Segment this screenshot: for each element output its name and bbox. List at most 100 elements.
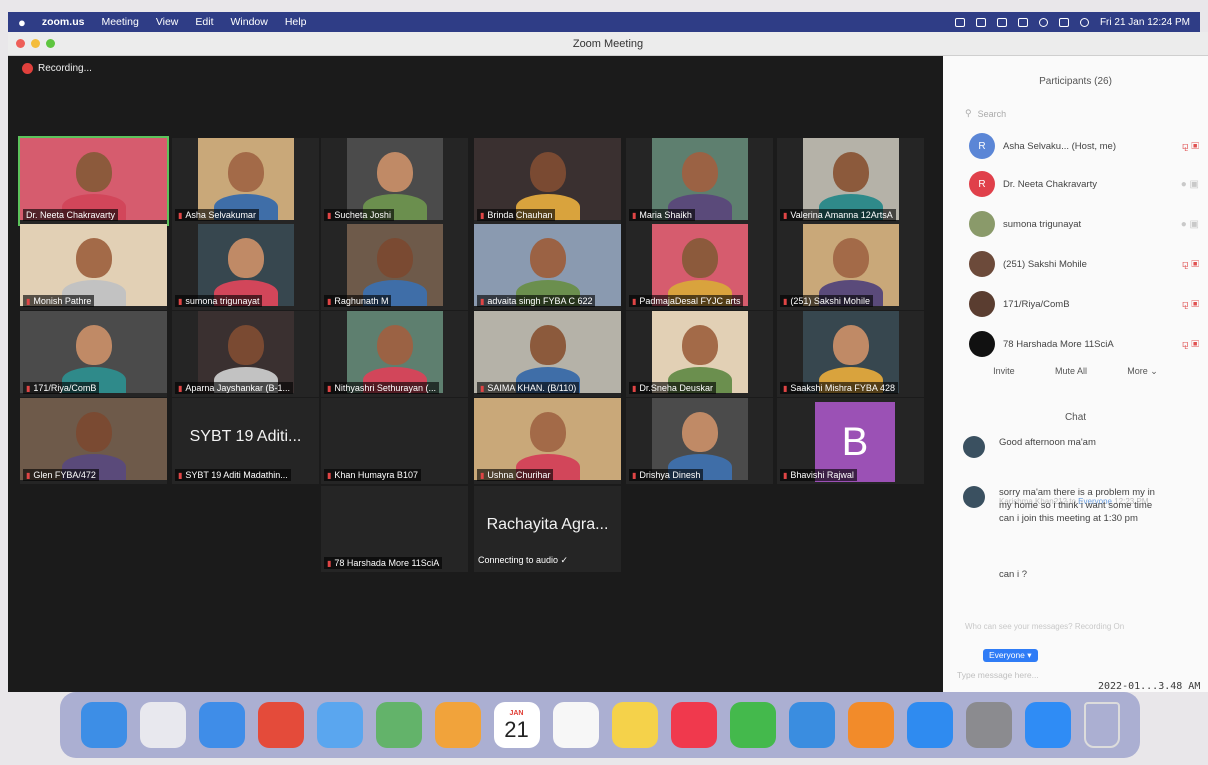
menu-clock[interactable]: Fri 21 Jan 12:24 PM <box>1100 17 1190 28</box>
mic-muted-icon: ▮ <box>480 471 485 480</box>
keynote-icon[interactable] <box>788 702 835 748</box>
minimize-icon[interactable] <box>31 39 40 48</box>
mic-muted-icon[interactable]: ⚼ ▣ <box>1161 259 1199 270</box>
close-icon[interactable] <box>16 39 25 48</box>
participant-tile[interactable]: ▮ 78 Harshada More 11SciA <box>321 486 468 572</box>
participant-row[interactable]: sumona trigunayat ● ▣ <box>969 210 1199 238</box>
participant-tile[interactable]: ▮ Dr.Sneha Deuskar <box>626 311 773 397</box>
participants-search[interactable]: ⚲ Search <box>965 108 1006 119</box>
participant-tile[interactable]: ▮ Brinda Chauhan <box>474 138 621 224</box>
participant-tile[interactable]: ▮ Khan Humayra B107 <box>321 398 468 484</box>
calendar-icon[interactable]: JAN 21 <box>493 702 540 748</box>
finder-icon[interactable] <box>80 702 127 748</box>
participant-tile[interactable]: ▮ Ushna Churihar <box>474 398 621 484</box>
participant-tile[interactable]: ▮ Nithyashri Sethurayan (... <box>321 311 468 397</box>
participant-name-label: Dr. Neeta Chakravarty <box>23 209 119 221</box>
person-head <box>529 412 566 452</box>
participant-name-label: ▮ SAIMA KHAN. (B/110) <box>477 382 580 394</box>
participant-tile[interactable]: ▮ Valerina Amanna 12ArtsA <box>777 138 924 224</box>
participant-name: Bhavishi Rajwal <box>790 470 854 480</box>
participant-tile[interactable]: ▮ SAIMA KHAN. (B/110) <box>474 311 621 397</box>
participant-tile[interactable]: ▮ Drishya Dinesh <box>626 398 773 484</box>
participant-tile[interactable]: ▮ Sucheta Joshi <box>321 138 468 224</box>
apple-icon[interactable]: ● <box>18 15 26 30</box>
pages-icon[interactable] <box>847 702 894 748</box>
mic-muted-icon: ▮ <box>178 297 183 306</box>
launchpad-icon[interactable] <box>139 702 186 748</box>
settings-icon[interactable] <box>965 702 1012 748</box>
participant-name: sumona trigunayat <box>185 296 260 306</box>
zoom-window-icon[interactable] <box>46 39 55 48</box>
participant-tile[interactable]: ▮ advaita singh FYBA C 622 <box>474 224 621 310</box>
screen-icon[interactable] <box>996 17 1007 27</box>
participant-tile[interactable]: Dr. Neeta Chakravarty <box>18 136 169 226</box>
participant-display-name: SYBT 19 Aditi... <box>189 428 302 445</box>
notes-icon[interactable] <box>611 702 658 748</box>
maps-icon[interactable] <box>375 702 422 748</box>
mic-icon[interactable]: ● ▣ <box>1161 179 1199 190</box>
chat-input[interactable]: Type message here... <box>957 670 1039 680</box>
photos-icon[interactable] <box>434 702 481 748</box>
mic-muted-icon[interactable]: ⚼ ▣ <box>1161 339 1199 350</box>
participant-row[interactable]: 171/Riya/ComB ⚼ ▣ <box>969 290 1199 318</box>
menu-window[interactable]: Window <box>230 16 267 28</box>
mic-icon[interactable]: ● ▣ <box>1161 219 1199 230</box>
participant-tile[interactable]: Rachayita Agra... Connecting to audio ✓ <box>474 486 621 572</box>
participant-name: SYBT 19 Aditi Madathin... <box>185 470 288 480</box>
trash-icon[interactable] <box>1083 702 1120 748</box>
mute-all-button[interactable]: Mute All <box>1055 366 1087 377</box>
menu-meeting[interactable]: Meeting <box>101 16 138 28</box>
mic-muted-icon: ▮ <box>178 211 183 220</box>
send-to-dropdown[interactable]: Everyone ▾ <box>983 649 1038 662</box>
recording-indicator[interactable]: Recording... <box>22 63 92 74</box>
participant-tile[interactable]: SYBT 19 Aditi... ▮ SYBT 19 Aditi Madathin.… <box>172 398 319 484</box>
participant-tile[interactable]: ▮ sumona trigunayat <box>172 224 319 310</box>
participant-row[interactable]: R Asha Selvaku... (Host, me) ⚼ ▣ <box>969 132 1199 160</box>
invite-button[interactable]: Invite <box>993 366 1015 377</box>
participant-row[interactable]: 78 Harshada More 11SciA ⚼ ▣ <box>969 330 1199 358</box>
participant-tile[interactable]: ▮ 171/Riya/ComB <box>20 311 167 397</box>
participant-name-label: ▮ Ushna Churihar <box>477 469 554 481</box>
control-center-icon[interactable] <box>1058 17 1069 27</box>
participant-tile[interactable]: ▮ Maria Shaikh <box>626 138 773 224</box>
mic-muted-icon[interactable]: ⚼ ▣ <box>1161 299 1199 310</box>
participant-row[interactable]: (251) Sakshi Mohile ⚼ ▣ <box>969 250 1199 278</box>
participant-tile[interactable]: ▮ Asha Selvakumar <box>172 138 319 224</box>
participant-tile[interactable]: ▮ Monish Pathre <box>20 224 167 310</box>
participant-row[interactable]: R Dr. Neeta Chakravarty ● ▣ <box>969 170 1199 198</box>
mic-muted-icon[interactable]: ⚼ ▣ <box>1161 141 1199 152</box>
safari-icon[interactable] <box>198 702 245 748</box>
music-icon[interactable] <box>670 702 717 748</box>
participant-tile[interactable]: ▮ Glen FYBA/472 <box>20 398 167 484</box>
mail-icon[interactable] <box>316 702 363 748</box>
appstore-icon[interactable] <box>906 702 953 748</box>
participant-tile[interactable]: ▮ PadmajaDesal FYJC arts <box>626 224 773 310</box>
window-title: Zoom Meeting <box>572 37 644 50</box>
zoom-icon[interactable] <box>1024 702 1071 748</box>
participant-tile[interactable]: ▮ Aparna Jayshankar (B-1... <box>172 311 319 397</box>
reminders-icon[interactable] <box>552 702 599 748</box>
menu-help[interactable]: Help <box>285 16 307 28</box>
mic-muted-icon: ▮ <box>327 384 332 393</box>
menu-view[interactable]: View <box>156 16 179 28</box>
search-input[interactable]: Search <box>978 109 1007 119</box>
participant-tile[interactable]: B ▮ Bhavishi Rajwal <box>777 398 924 484</box>
participant-display-name: Rachayita Agra... <box>486 516 609 533</box>
app-menu[interactable]: zoom.us <box>42 16 85 28</box>
battery-icon[interactable] <box>1017 17 1028 27</box>
participant-name-label: ▮ Sucheta Joshi <box>324 209 394 221</box>
chat-visibility-note[interactable]: Who can see your messages? Recording On <box>965 622 1124 631</box>
mic-muted-icon: ▮ <box>783 297 788 306</box>
numbers-icon[interactable] <box>729 702 776 748</box>
participant-tile[interactable]: ▮ Raghunath M <box>321 224 468 310</box>
more-button[interactable]: More ⌄ <box>1127 366 1158 377</box>
participant-tile[interactable]: ▮ (251) Sakshi Mohile <box>777 224 924 310</box>
participant-name-label: ▮ Bhavishi Rajwal <box>780 469 857 481</box>
spotlight-icon[interactable] <box>1038 17 1048 27</box>
siri-icon[interactable] <box>1079 17 1089 27</box>
audio-status-icon[interactable] <box>975 17 986 27</box>
participant-tile[interactable]: ▮ Saakshi Mishra FYBA 428 <box>777 311 924 397</box>
chrome-icon[interactable] <box>257 702 304 748</box>
menu-edit[interactable]: Edit <box>195 16 213 28</box>
zoom-status-icon[interactable] <box>954 17 965 27</box>
